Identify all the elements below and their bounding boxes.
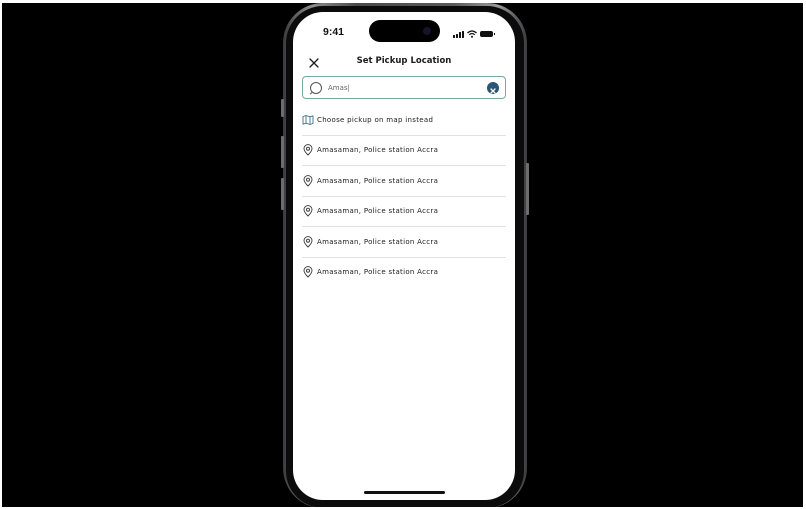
list-item-label: Amasaman, Police station Accra xyxy=(317,237,439,246)
status-time: 9:41 xyxy=(323,26,345,38)
search-input[interactable] xyxy=(328,81,478,94)
list-item[interactable]: Amasaman, Police station Accra xyxy=(302,227,506,258)
power-button xyxy=(526,163,529,215)
home-indicator[interactable] xyxy=(364,491,445,494)
location-pin-icon xyxy=(303,144,313,156)
choose-on-map-label: Choose pickup on map instead xyxy=(317,115,434,124)
list-item[interactable]: Amasaman, Police station Accra xyxy=(302,166,506,197)
phone-frame: 9:41 Set Pickup Location Amas| Choose pi… xyxy=(281,3,529,507)
action-button xyxy=(281,99,284,117)
list-item-label: Amasaman, Police station Accra xyxy=(317,207,439,216)
clear-circle-icon xyxy=(490,88,496,94)
dynamic-island xyxy=(369,20,440,42)
cellular-signal-icon xyxy=(453,30,464,38)
background-stage: 9:41 Set Pickup Location Amas| Choose pi… xyxy=(2,3,803,507)
choose-on-map-option[interactable]: Choose pickup on map instead xyxy=(302,105,506,136)
list-item[interactable]: Amasaman, Police station Accra xyxy=(302,136,506,166)
list-item-label: Amasaman, Police station Accra xyxy=(317,176,439,185)
search-icon xyxy=(310,82,322,95)
location-pin-icon xyxy=(303,174,313,187)
location-pin-icon xyxy=(303,235,313,248)
location-pin-icon xyxy=(303,205,313,217)
header: Set Pickup Location xyxy=(293,55,515,71)
clear-search-button[interactable] xyxy=(487,82,499,94)
list-item-label: Amasaman, Police station Accra xyxy=(317,146,439,155)
volume-down-button xyxy=(281,178,284,210)
location-list: Choose pickup on map instead Amasaman, P… xyxy=(302,105,506,287)
list-item[interactable]: Amasaman, Police station Accra xyxy=(302,197,506,227)
wifi-icon xyxy=(467,30,477,38)
map-icon xyxy=(302,114,314,125)
volume-up-button xyxy=(281,136,284,168)
search-box[interactable] xyxy=(302,76,506,99)
location-pin-icon xyxy=(303,266,313,278)
battery-icon xyxy=(480,31,495,37)
phone-screen: 9:41 Set Pickup Location Amas| Choose pi… xyxy=(293,12,515,500)
list-item[interactable]: Amasaman, Police station Accra xyxy=(302,258,506,288)
camera-icon xyxy=(423,27,431,35)
list-item-label: Amasaman, Police station Accra xyxy=(317,268,439,277)
status-icons xyxy=(453,29,495,39)
page-title: Set Pickup Location xyxy=(356,56,452,66)
